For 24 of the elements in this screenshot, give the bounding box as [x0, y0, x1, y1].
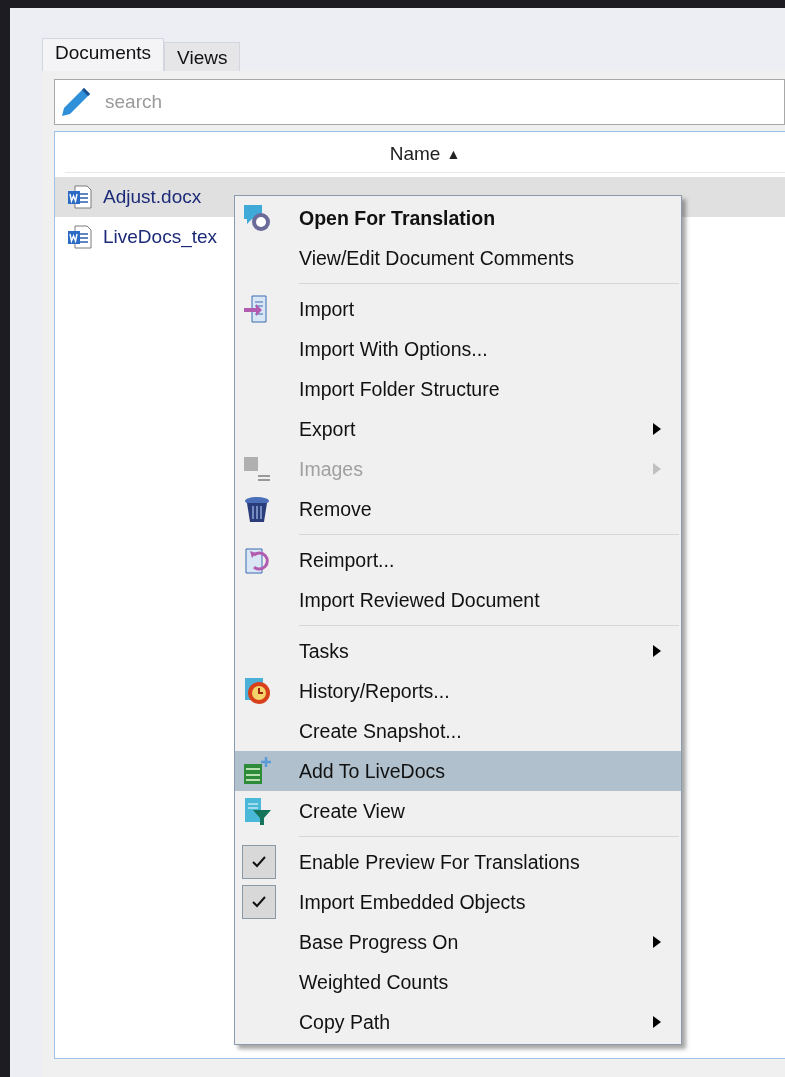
- menu-item-label: History/Reports...: [299, 679, 451, 703]
- menu-item-label: Images: [299, 457, 364, 481]
- menu-item-label: Add To LiveDocs: [299, 759, 446, 783]
- menu-item-label: Open For Translation: [299, 206, 497, 230]
- menu-item-label: Import With Options...: [299, 337, 489, 361]
- menu-item-label: Import Reviewed Document: [299, 588, 541, 612]
- menu-item-label: Base Progress On: [299, 930, 460, 954]
- menu-item-label: Reimport...: [299, 548, 396, 572]
- menu-item-label: Import Folder Structure: [299, 377, 501, 401]
- menu-item-label: Create View: [299, 799, 406, 823]
- menu-item-label: View/Edit Document Comments: [299, 246, 575, 270]
- menu-item-label: Copy Path: [299, 1010, 392, 1034]
- file-name: LiveDocs_tex: [103, 226, 218, 248]
- menu-item-label: Create Snapshot...: [299, 719, 463, 743]
- sort-indicator: ▲: [446, 146, 461, 162]
- menu-item-label: Import: [299, 297, 356, 321]
- column-title: Name: [389, 143, 441, 165]
- menu-item-label: Enable Preview For Translations: [299, 850, 581, 874]
- menu-item-label: Export: [299, 417, 357, 441]
- menu-item-label: Tasks: [299, 639, 350, 663]
- menu-item-label: Import Embedded Objects: [299, 890, 527, 914]
- file-name: Adjust.docx: [103, 186, 202, 208]
- menu-item-label: Weighted Counts: [299, 970, 450, 994]
- menu-item-label: Remove: [299, 497, 373, 521]
